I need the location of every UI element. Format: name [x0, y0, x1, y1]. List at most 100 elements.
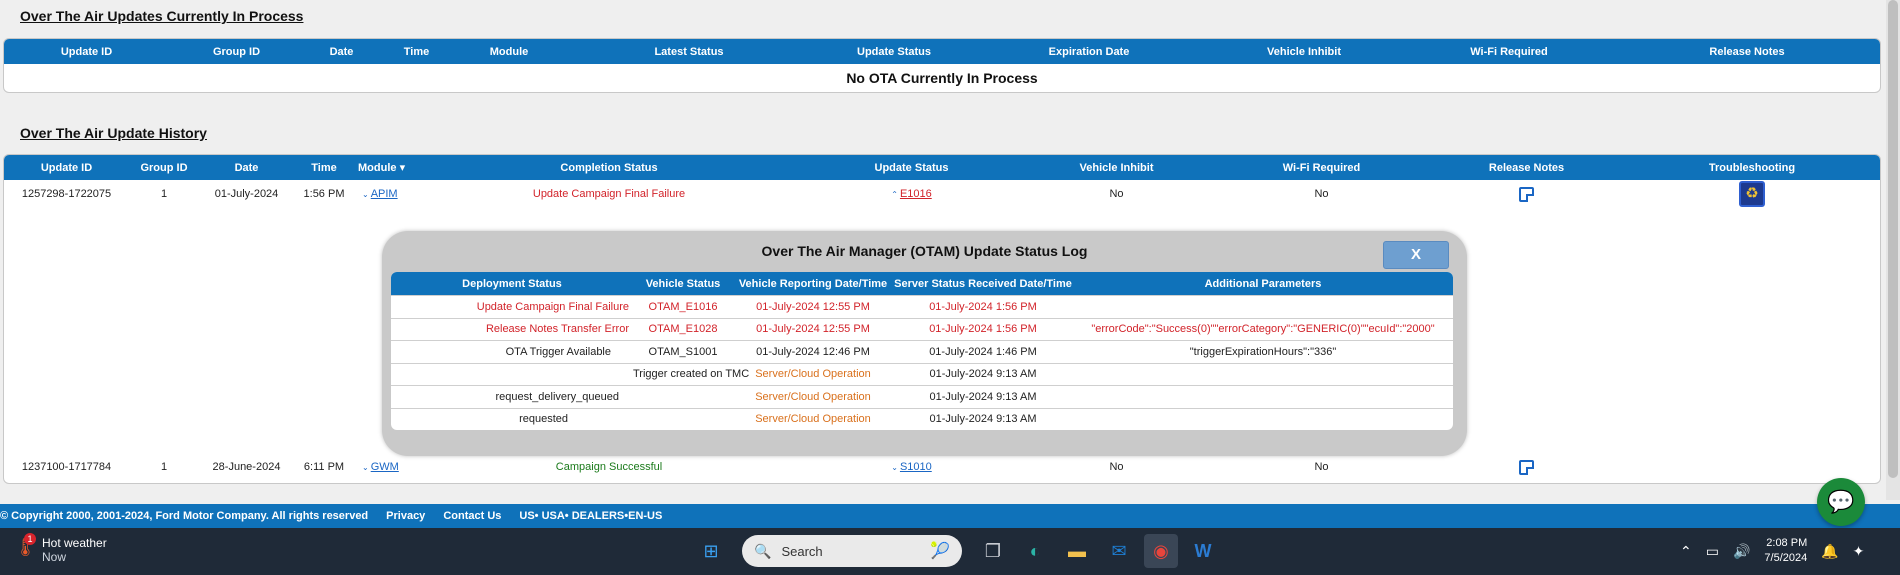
hcol-update-status[interactable]: Update Status: [804, 162, 1019, 174]
in-process-header: Update ID Group ID Date Time Module Late…: [4, 39, 1880, 64]
windows-start-icon[interactable]: ⊞: [694, 534, 728, 568]
chevron-down-icon: ⌄: [891, 463, 898, 472]
chat-button[interactable]: 💬: [1817, 478, 1865, 526]
hcol-module-label: Module: [358, 162, 397, 174]
hcol-time[interactable]: Time: [294, 162, 354, 174]
module-link[interactable]: GWM: [371, 461, 399, 473]
file-explorer-icon[interactable]: ▬: [1060, 534, 1094, 568]
log-received: 01-July-2024 1:56 PM: [929, 300, 1037, 313]
row-completion-status: Campaign Successful: [555, 461, 663, 473]
col-vehicle-inhibit: Vehicle Inhibit: [1267, 45, 1341, 58]
col-release-notes: Release Notes: [1709, 45, 1785, 58]
row-wifi-required: No: [1314, 461, 1329, 473]
row-group-id: 1: [160, 461, 168, 473]
notification-bell-icon[interactable]: 🔔: [1821, 543, 1838, 560]
lcol-deployment-status: Deployment Status: [462, 277, 562, 290]
history-header: Update ID Group ID Date Time Module ▾ Co…: [4, 155, 1880, 180]
clock-time: 2:08 PM: [1766, 537, 1808, 549]
footer-link-locale[interactable]: US• USA• DEALERS•EN-US: [519, 510, 662, 522]
hcol-vehicle-inhibit[interactable]: Vehicle Inhibit: [1019, 162, 1214, 174]
clock-date: 7/5/2024: [1764, 552, 1808, 564]
col-wifi-required: Wi-Fi Required: [1470, 45, 1548, 58]
outlook-icon[interactable]: ✉: [1102, 534, 1136, 568]
row-release-notes[interactable]: [1429, 186, 1624, 202]
log-vehicle-status: OTAM_E1028: [648, 323, 718, 336]
row-time: 6:11 PM: [303, 461, 345, 473]
weather-sub: Now: [42, 550, 67, 564]
row-release-notes[interactable]: [1429, 459, 1624, 475]
hcol-update-id[interactable]: Update ID: [4, 162, 129, 174]
volume-icon[interactable]: 🔊: [1733, 543, 1750, 560]
hcol-group-id[interactable]: Group ID: [129, 162, 199, 174]
module-link[interactable]: APIM: [371, 188, 398, 200]
row-update-status[interactable]: ⌃ E1016: [804, 188, 1019, 200]
row-date: 28-June-2024: [212, 461, 281, 473]
page-scrollbar[interactable]: [1886, 0, 1900, 500]
row-date: 01-July-2024: [214, 188, 279, 200]
row-module[interactable]: ⌄ GWM: [354, 461, 414, 473]
word-icon[interactable]: W: [1186, 534, 1220, 568]
row-troubleshooting[interactable]: ♻: [1624, 181, 1880, 207]
modal-close-button[interactable]: X: [1383, 241, 1449, 269]
taskbar-search[interactable]: 🔍 Search 🎾: [742, 535, 962, 567]
row-time: 1:56 PM: [303, 188, 345, 200]
caret-down-icon: ▾: [399, 162, 406, 174]
chrome-icon[interactable]: ◉: [1144, 534, 1178, 568]
hcol-date[interactable]: Date: [199, 162, 294, 174]
hcol-release-notes[interactable]: Release Notes: [1429, 162, 1624, 174]
modal-title: Over The Air Manager (OTAM) Update Statu…: [761, 243, 1088, 259]
edge-icon[interactable]: ◐: [1018, 534, 1052, 568]
windows-taskbar: 🌡 1 Hot weather Now ⊞ 🔍 Search 🎾 ❐ ◐ ▬ ✉ …: [0, 528, 1900, 575]
footer-link-privacy[interactable]: Privacy: [386, 510, 425, 522]
chevron-down-icon: ⌄: [362, 463, 369, 472]
log-deployment: Release Notes Transfer Error: [485, 323, 629, 336]
log-params: "errorCode":"Success(0)""errorCategory":…: [1091, 323, 1435, 336]
hcol-completion-status[interactable]: Completion Status: [414, 162, 804, 174]
table-row: request_delivery_queued Server/Cloud Ope…: [391, 385, 1453, 408]
in-process-table: Update ID Group ID Date Time Module Late…: [3, 38, 1881, 93]
log-deployment: Update Campaign Final Failure: [476, 300, 629, 313]
tray-chevron-up-icon[interactable]: ⌃: [1680, 543, 1692, 560]
weather-widget[interactable]: 🌡 1 Hot weather Now: [14, 533, 107, 564]
update-status-link[interactable]: S1010: [900, 461, 932, 473]
release-notes-icon[interactable]: [1519, 186, 1534, 202]
col-module: Module: [489, 45, 529, 58]
hcol-module[interactable]: Module ▾: [354, 161, 414, 174]
log-received: 01-July-2024 9:13 AM: [929, 413, 1037, 426]
log-received: 01-July-2024 1:56 PM: [929, 323, 1037, 336]
log-reporting: 01-July-2024 12:55 PM: [756, 300, 870, 313]
network-icon[interactable]: ▭: [1706, 543, 1719, 560]
table-row: 1237100-1717784 1 28-June-2024 6:11 PM ⌄…: [4, 455, 1880, 479]
row-module[interactable]: ⌄ APIM: [354, 188, 414, 200]
lcol-additional-params: Additional Parameters: [1204, 277, 1322, 290]
lcol-vehicle-status: Vehicle Status: [645, 277, 721, 290]
log-vehicle-status: Trigger created on TMC: [633, 368, 750, 381]
table-row: OTA Trigger Available OTAM_S1001 01-July…: [391, 340, 1453, 363]
copilot-icon[interactable]: ✦: [1853, 543, 1865, 560]
update-status-link[interactable]: E1016: [900, 188, 932, 200]
status-log-table: Deployment Status Vehicle Status Vehicle…: [391, 272, 1453, 430]
footer-copyright: © Copyright 2000, 2001-2024, Ford Motor …: [0, 510, 369, 522]
clock[interactable]: 2:08 PM 7/5/2024: [1764, 536, 1807, 566]
row-update-status[interactable]: ⌄ S1010: [804, 461, 1019, 473]
footer-link-contact[interactable]: Contact Us: [443, 510, 501, 522]
scrollbar-thumb[interactable]: [1888, 0, 1898, 478]
taskbar-apps: ⊞ 🔍 Search 🎾 ❐ ◐ ▬ ✉ ◉ W: [690, 534, 1224, 568]
row-completion-status: Update Campaign Final Failure: [532, 188, 686, 200]
release-notes-icon[interactable]: [1519, 459, 1534, 475]
log-params: "triggerExpirationHours":"336": [1189, 345, 1337, 358]
log-vehicle-status: OTAM_E1016: [648, 300, 718, 313]
log-vehicle-status: OTAM_S1001: [648, 345, 718, 358]
row-update-id: 1257298-1722075: [21, 188, 112, 200]
task-view-icon[interactable]: ❐: [976, 534, 1010, 568]
hcol-wifi-required[interactable]: Wi-Fi Required: [1214, 162, 1429, 174]
log-deployment: OTA Trigger Available: [505, 345, 611, 358]
table-row: Update Campaign Final Failure OTAM_E1016…: [391, 295, 1453, 318]
chat-icon: 💬: [1827, 489, 1855, 514]
thermometer-icon: 🌡 1: [14, 533, 37, 557]
troubleshooting-recycle-icon[interactable]: ♻: [1739, 181, 1765, 207]
system-tray: ⌃ ▭ 🔊 2:08 PM 7/5/2024 🔔 ✦: [1680, 536, 1878, 566]
chevron-up-icon: ⌃: [891, 190, 898, 199]
hcol-troubleshooting[interactable]: Troubleshooting: [1624, 162, 1880, 174]
row-wifi-required: No: [1314, 188, 1329, 200]
